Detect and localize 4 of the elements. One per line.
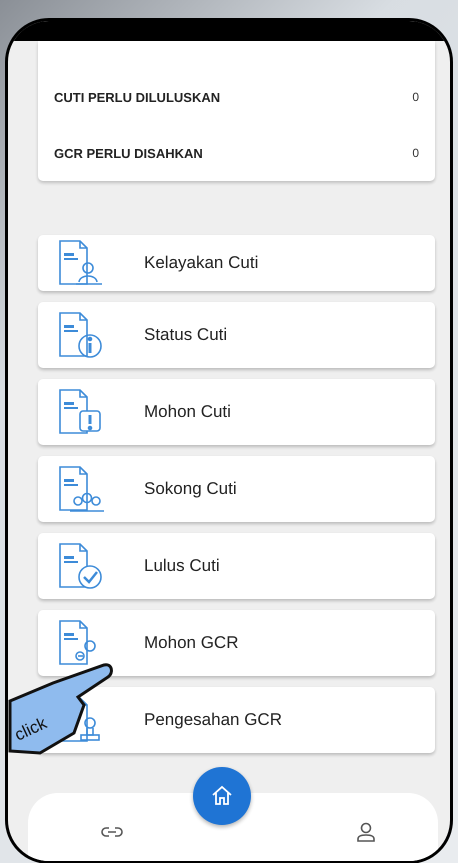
summary-label: GCR PERLU DISAHKAN: [54, 146, 203, 160]
summary-count: 0: [412, 146, 419, 160]
summary-count: 0: [412, 90, 419, 104]
summary-label: CUTI PERLU DILULUSKAN: [54, 90, 220, 104]
